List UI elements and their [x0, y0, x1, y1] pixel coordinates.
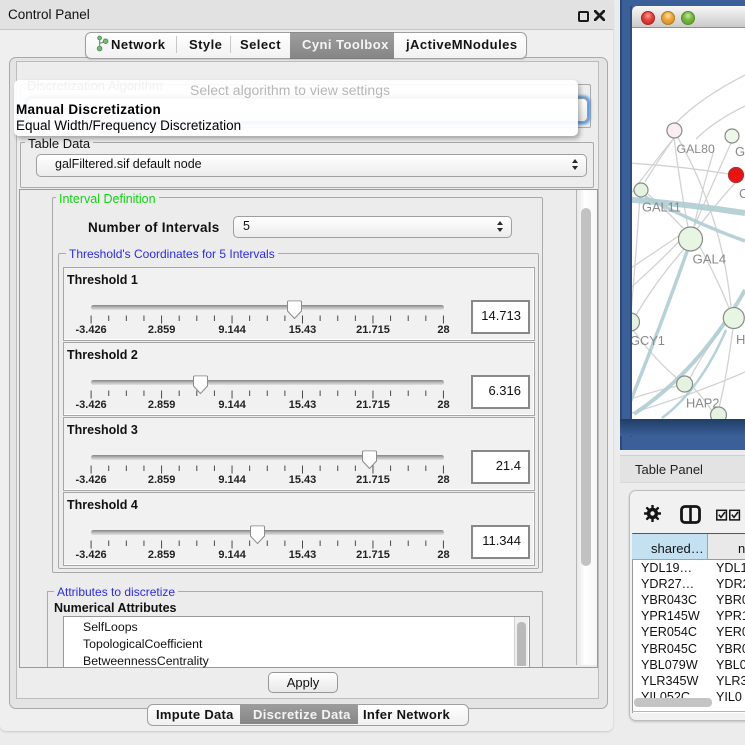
svg-text:GCY1: GCY1 [632, 333, 665, 348]
svg-text:GAL11: GAL11 [642, 200, 681, 215]
svg-text:GAL80: GAL80 [677, 142, 715, 156]
svg-text:GA: GA [735, 144, 745, 159]
svg-text:C: C [739, 186, 745, 201]
svg-text:HA: HA [736, 332, 745, 347]
svg-text:HAP2: HAP2 [686, 396, 719, 411]
svg-text:GAL4: GAL4 [693, 252, 727, 267]
